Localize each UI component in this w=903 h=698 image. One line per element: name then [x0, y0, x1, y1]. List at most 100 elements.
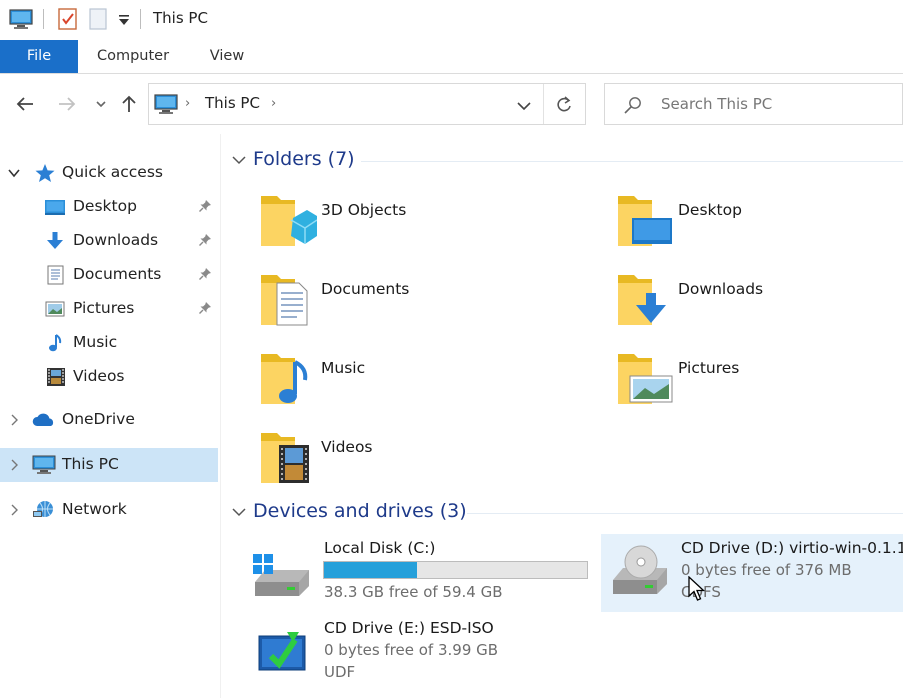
sidebar-item-label: Network	[62, 500, 127, 518]
up-button[interactable]	[116, 91, 142, 117]
breadcrumb-chevron[interactable]: ›	[185, 96, 190, 111]
folder-name: 3D Objects	[321, 201, 407, 219]
pin-icon[interactable]	[198, 199, 212, 213]
hard-disk-icon	[251, 552, 313, 604]
sidebar-item-label: Desktop	[73, 197, 137, 215]
chevron-down-icon[interactable]	[231, 501, 247, 523]
sidebar-item-network[interactable]: Network	[0, 493, 218, 527]
this-pc-icon	[153, 93, 179, 119]
network-icon	[32, 500, 54, 520]
ribbon-tabs: File Computer View	[0, 40, 903, 74]
drive-filesystem: UDF	[324, 663, 356, 681]
folder-name: Music	[321, 359, 366, 377]
pictures-folder-icon	[616, 348, 674, 410]
chevron-right-icon[interactable]	[7, 503, 21, 517]
refresh-icon[interactable]	[553, 94, 575, 116]
chevron-right-icon[interactable]	[7, 458, 21, 472]
breadcrumb-this-pc[interactable]: This PC	[205, 94, 260, 112]
drive-free-space: 0 bytes free of 376 MB	[681, 561, 852, 579]
pin-icon[interactable]	[198, 267, 212, 281]
tab-view[interactable]: View	[198, 40, 256, 73]
downloads-folder-icon	[616, 269, 674, 331]
sidebar-item-desktop[interactable]: Desktop	[0, 190, 218, 224]
separator	[43, 9, 44, 29]
customize-toolbar-icon[interactable]	[117, 12, 131, 31]
folder-item[interactable]: Documents	[259, 269, 599, 339]
folder-item[interactable]: 3D Objects	[259, 190, 599, 260]
star-icon	[34, 163, 56, 183]
sidebar-item-label: OneDrive	[62, 410, 135, 428]
folder-item[interactable]: Downloads	[616, 269, 903, 339]
content-pane: Folders (7) 3D Objects Desktop Documents…	[221, 134, 903, 698]
chevron-down-icon[interactable]	[231, 149, 247, 171]
pin-icon[interactable]	[198, 301, 212, 315]
sidebar-item-label: Music	[73, 333, 118, 351]
search-box[interactable]: Search This PC	[604, 83, 903, 125]
folder-name: Documents	[321, 280, 410, 298]
drive-name: Local Disk (C:)	[324, 539, 436, 557]
music-folder-icon	[259, 348, 317, 410]
drive-name: CD Drive (D:) virtio-win-0.1.1	[681, 539, 903, 557]
tab-computer[interactable]: Computer	[86, 40, 180, 73]
properties-icon[interactable]	[58, 8, 78, 34]
sidebar-item-onedrive[interactable]: OneDrive	[0, 403, 218, 437]
folder-item[interactable]: Desktop	[616, 190, 903, 260]
videos-folder-icon	[259, 427, 317, 489]
drive-item-d[interactable]: CD Drive (D:) virtio-win-0.1.1 0 bytes f…	[601, 534, 903, 612]
sidebar-item-label: Quick access	[62, 163, 163, 181]
sidebar-item-music[interactable]: Music	[0, 326, 218, 360]
window-title: This PC	[153, 9, 208, 27]
forward-button[interactable]	[54, 91, 80, 117]
address-row: › This PC › Search This PC	[0, 76, 903, 134]
documents-icon	[45, 265, 67, 285]
group-header-label: Folders (7)	[253, 148, 355, 170]
drive-free-space: 0 bytes free of 3.99 GB	[324, 641, 499, 659]
drive-free-space: 38.3 GB free of 59.4 GB	[324, 583, 503, 601]
navigation-pane: Quick access Desktop Downloads Documents	[0, 134, 220, 698]
videos-icon	[45, 367, 67, 387]
sidebar-item-pictures[interactable]: Pictures	[0, 292, 218, 326]
sidebar-item-label: This PC	[62, 455, 119, 473]
drive-item-e[interactable]: CD Drive (E:) ESD-ISO 0 bytes free of 3.…	[245, 614, 595, 692]
drive-name: CD Drive (E:) ESD-ISO	[324, 619, 494, 637]
sidebar-item-videos[interactable]: Videos	[0, 360, 218, 394]
drive-item-c[interactable]: Local Disk (C:) 38.3 GB free of 59.4 GB	[245, 534, 595, 612]
music-icon	[45, 333, 67, 353]
sidebar-item-label: Documents	[73, 265, 162, 283]
3d-objects-folder-icon	[259, 190, 318, 252]
group-header-folders[interactable]: Folders (7)	[231, 148, 355, 174]
sidebar-item-quick-access[interactable]: Quick access	[0, 156, 218, 190]
sidebar-item-this-pc[interactable]: This PC	[0, 448, 218, 482]
new-folder-icon[interactable]	[89, 8, 107, 34]
drive-usage-fill	[324, 562, 418, 578]
sidebar-item-downloads[interactable]: Downloads	[0, 224, 218, 258]
address-bar[interactable]: › This PC ›	[148, 83, 586, 125]
cloud-icon	[32, 410, 54, 430]
documents-folder-icon	[259, 269, 317, 331]
chevron-right-icon[interactable]	[7, 413, 21, 427]
tab-file[interactable]: File	[0, 40, 78, 73]
desktop-folder-icon	[616, 190, 674, 252]
folder-item[interactable]: Videos	[259, 427, 599, 497]
sidebar-item-label: Pictures	[73, 299, 135, 317]
address-dropdown-icon[interactable]	[513, 96, 535, 116]
folder-item[interactable]: Music	[259, 348, 599, 418]
pictures-icon	[44, 299, 66, 319]
group-header-devices[interactable]: Devices and drives (3)	[231, 500, 467, 526]
sidebar-item-documents[interactable]: Documents	[0, 258, 218, 292]
folder-item[interactable]: Pictures	[616, 348, 903, 418]
separator	[140, 9, 141, 29]
group-header-label: Devices and drives (3)	[253, 500, 467, 522]
mouse-cursor-icon	[688, 575, 706, 606]
folder-name: Videos	[321, 438, 373, 456]
search-input[interactable]: Search This PC	[661, 95, 772, 113]
computer-icon[interactable]	[9, 8, 33, 34]
pin-icon[interactable]	[198, 233, 212, 247]
recent-locations-button[interactable]	[88, 91, 114, 117]
downloads-icon	[44, 231, 66, 251]
chevron-down-icon[interactable]	[7, 166, 21, 180]
breadcrumb-chevron[interactable]: ›	[271, 96, 276, 111]
back-button[interactable]	[12, 91, 38, 117]
cd-drive-icon	[609, 544, 671, 596]
sidebar-item-label: Downloads	[73, 231, 159, 249]
